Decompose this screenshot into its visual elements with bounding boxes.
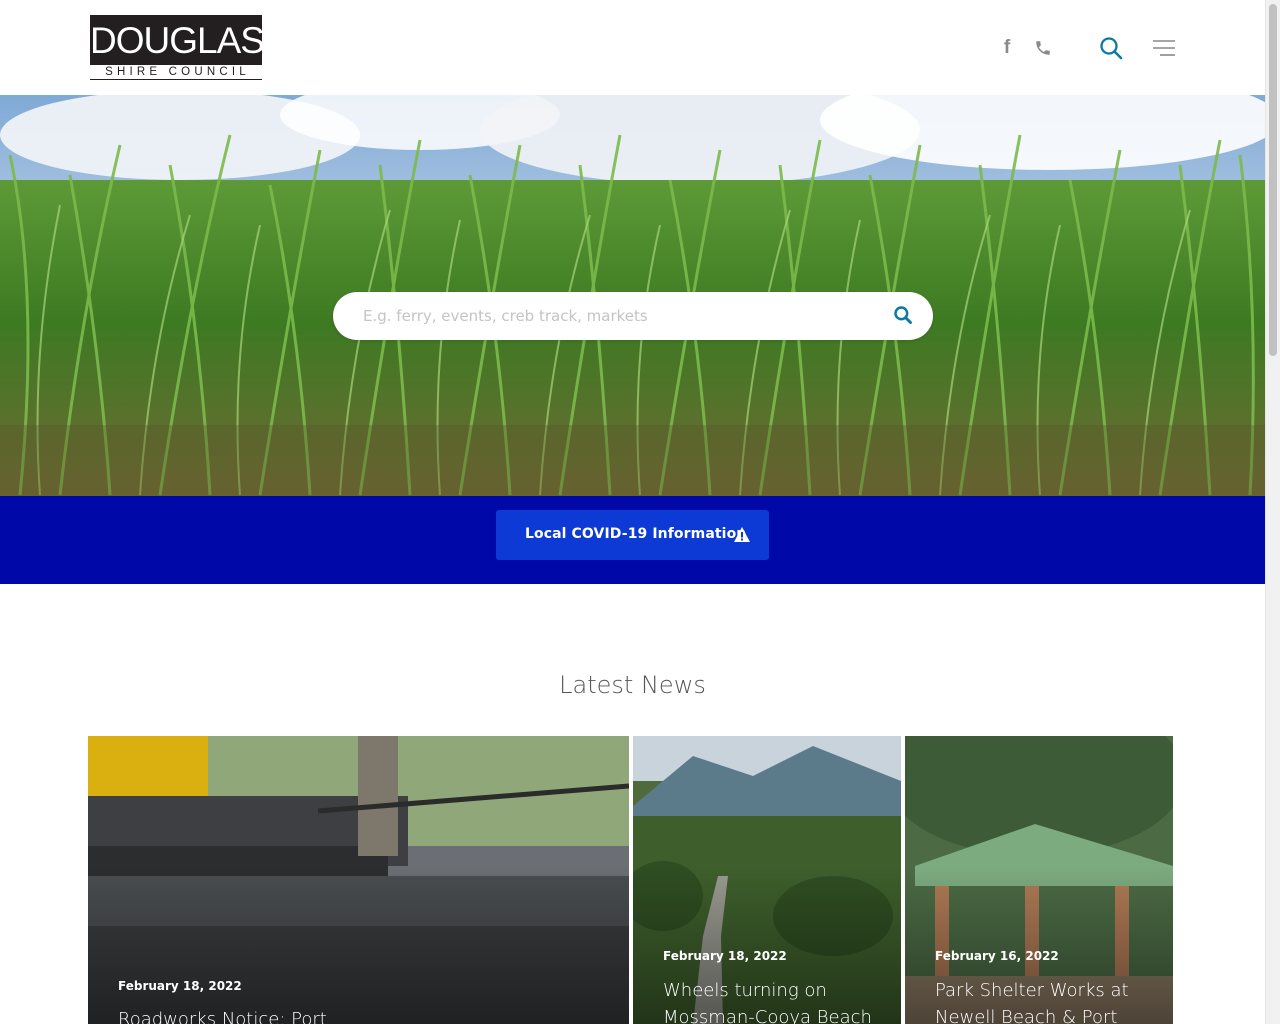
warning-icon (733, 526, 751, 543)
news-title[interactable]: Wheels turning on Mossman-Cooya Beach (663, 977, 893, 1024)
news-card[interactable]: February 16, 2022 Park Shelter Works at … (905, 736, 1173, 1024)
news-title[interactable]: Park Shelter Works at Newell Beach & Por… (935, 977, 1165, 1024)
news-card[interactable]: February 18, 2022 Wheels turning on Moss… (633, 736, 901, 1024)
facebook-glyph: f (1003, 37, 1011, 58)
hero-banner (0, 95, 1265, 496)
page: DOUGLAS SHIRE COUNCIL f E.g. ferry, even… (0, 0, 1265, 1024)
covid-info-label: Local COVID-19 Information (525, 526, 747, 542)
site-header: DOUGLAS SHIRE COUNCIL f (0, 0, 1265, 95)
logo-wordmark: DOUGLAS (90, 15, 265, 65)
facebook-icon[interactable]: f (998, 36, 1016, 60)
phone-icon[interactable] (1032, 36, 1054, 60)
search-icon[interactable] (1097, 34, 1125, 62)
search-submit-icon[interactable] (893, 305, 915, 327)
latest-news-heading: Latest News (559, 671, 706, 699)
news-date: February 18, 2022 (663, 949, 787, 963)
logo-subtitle: SHIRE COUNCIL (90, 65, 262, 80)
douglas-shire-council-logo[interactable]: DOUGLAS SHIRE COUNCIL (90, 15, 265, 80)
scrollbar-thumb[interactable] (1269, 4, 1277, 356)
site-search-bar (333, 292, 933, 340)
news-date: February 18, 2022 (118, 979, 242, 993)
hamburger-menu-icon[interactable] (1150, 37, 1178, 59)
page-scrollbar[interactable] (1265, 0, 1280, 1024)
news-date: February 16, 2022 (935, 949, 1059, 963)
news-title[interactable]: Roadworks Notice: Port (118, 1006, 598, 1024)
covid-info-button[interactable]: Local COVID-19 Information (496, 510, 769, 560)
covid-info-band: Local COVID-19 Information (0, 496, 1265, 584)
news-card[interactable]: February 18, 2022 Roadworks Notice: Port (88, 736, 629, 1024)
site-search-input[interactable] (363, 300, 883, 332)
